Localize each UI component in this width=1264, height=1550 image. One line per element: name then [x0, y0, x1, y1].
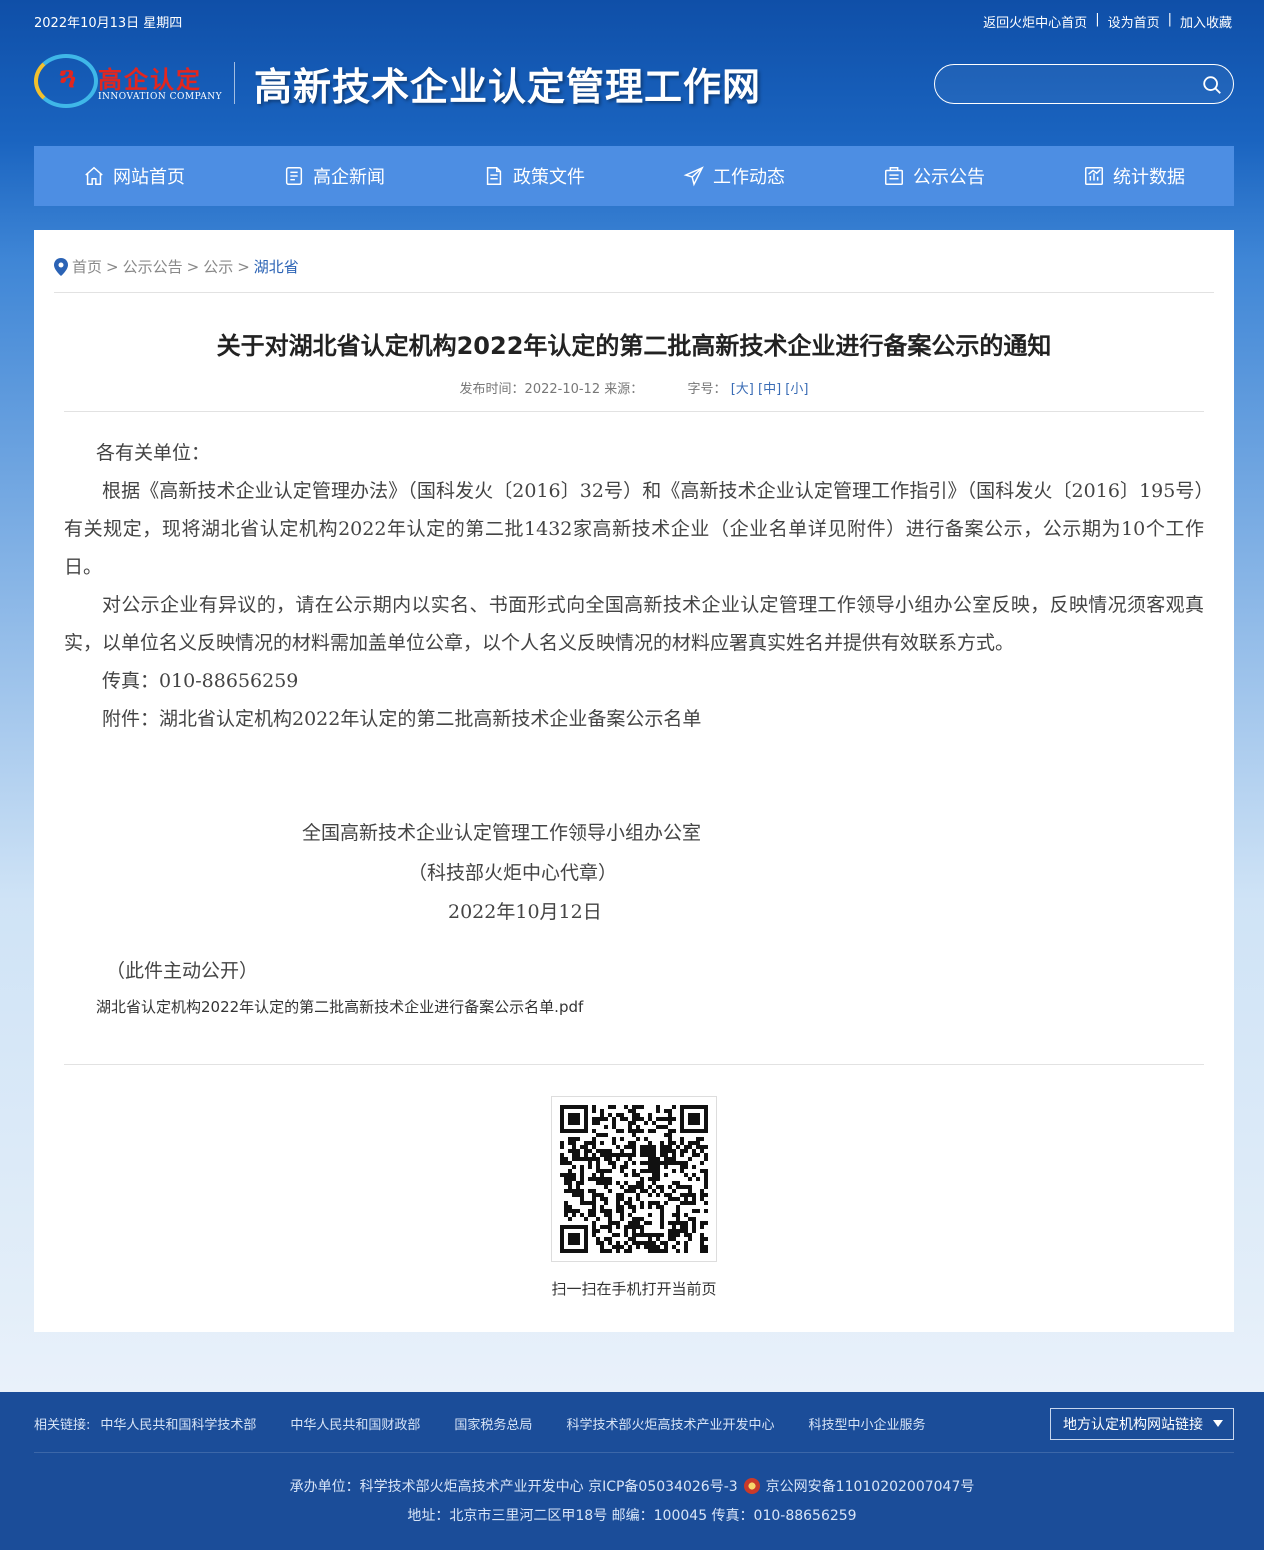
chevron-down-icon: [1213, 1420, 1223, 1427]
publish-date: 2022-10-12: [524, 382, 601, 397]
nav-item-policy[interactable]: 政策文件: [434, 146, 634, 206]
nav-item-news[interactable]: 高企新闻: [234, 146, 434, 206]
add-favorite-link[interactable]: 加入收藏: [1180, 12, 1232, 31]
qr-code-icon: [560, 1105, 708, 1253]
site-title: 高新技术企业认定管理工作网: [254, 64, 762, 109]
main-nav: 网站首页 高企新闻 政策文件 工作动态 公示公告 统计数据: [34, 146, 1234, 206]
breadcrumb-home[interactable]: 首页: [72, 256, 102, 277]
send-icon: [683, 166, 704, 187]
font-size-large[interactable]: [大]: [731, 382, 754, 397]
nav-item-statistics[interactable]: 统计数据: [1034, 146, 1234, 206]
link-mof[interactable]: 中华人民共和国财政部: [290, 1414, 420, 1433]
top-bar: 2022年10月13日 星期四 返回火炬中心首页 | 设为首页 | 加入收藏: [0, 0, 1264, 42]
set-homepage-link[interactable]: 设为首页: [1108, 12, 1160, 31]
link-most[interactable]: 中华人民共和国科学技术部: [100, 1414, 256, 1433]
nav-label: 统计数据: [1113, 167, 1185, 188]
paragraph-2: 对公示企业有异议的，请在公示期内以实名、书面形式向全国高新技术企业认定管理工作领…: [64, 594, 1204, 654]
search-input[interactable]: [949, 73, 1189, 95]
news-icon: [285, 167, 303, 185]
police-badge-icon: [743, 1478, 760, 1494]
attachment-line: 附件：湖北省认定机构2022年认定的第二批高新技术企业备案公示名单: [102, 708, 702, 730]
paragraph-1: 根据《高新技术企业认定管理办法》（国科发火〔2016〕32号）和《高新技术企业认…: [64, 480, 1204, 578]
local-agency-select[interactable]: 地方认定机构网站链接: [1050, 1408, 1234, 1440]
font-size-small[interactable]: [小]: [785, 382, 808, 397]
logo-chinese-text: 高企认定: [98, 66, 202, 94]
footer-info-2: 地址：北京市三里河二区甲18号 邮编：100045 传真：010-8865625…: [407, 1508, 857, 1524]
footer-info-1: 承办单位：科学技术部火炬高技术产业开发中心 京ICP备05034026号-3 京…: [0, 1476, 1264, 1496]
meta-divider: [64, 411, 1204, 412]
attachment-pdf-link[interactable]: 湖北省认定机构2022年认定的第二批高新技术企业进行备案公示名单.pdf: [96, 996, 583, 1017]
document-icon: [486, 167, 502, 185]
police-record[interactable]: 京公网安备11010202007047号: [766, 1476, 975, 1496]
article-meta: 发布时间：2022-10-12 来源： 字号： [大] [中] [小]: [34, 378, 1234, 397]
related-links: 相关链接: 中华人民共和国科学技术部 中华人民共和国财政部 国家税务总局 科学技…: [34, 1414, 959, 1433]
nav-item-home[interactable]: 网站首页: [34, 146, 234, 206]
link-sme-service[interactable]: 科技型中小企业服务: [808, 1414, 925, 1433]
logo-english-text: INNOVATION COMPANY: [98, 92, 223, 102]
article-card: 首页 > 公示公告 > 公示 > 湖北省 关于对湖北省认定机构2022年认定的第…: [34, 230, 1234, 1332]
top-links: 返回火炬中心首页 | 设为首页 | 加入收藏: [983, 12, 1232, 31]
fax-line: 传真：010-88656259: [102, 670, 299, 692]
breadcrumb-publicity[interactable]: 公示: [203, 256, 233, 277]
breadcrumb-notices[interactable]: 公示公告: [123, 256, 183, 277]
font-size-medium[interactable]: [中]: [758, 382, 781, 397]
article-title: 关于对湖北省认定机构2022年认定的第二批高新技术企业进行备案公示的通知: [216, 332, 1052, 360]
qr-code: [551, 1096, 717, 1262]
nav-item-work-news[interactable]: 工作动态: [634, 146, 834, 206]
nav-item-notices[interactable]: 公示公告: [834, 146, 1034, 206]
publish-label: 发布时间：: [459, 382, 525, 397]
footer-divider: [34, 1452, 1234, 1453]
nav-label: 高企新闻: [313, 167, 385, 188]
breadcrumb: 首页 > 公示公告 > 公示 > 湖北省: [54, 256, 299, 277]
chart-icon: [1085, 167, 1103, 185]
signature-org: 全国高新技术企业认定管理工作领导小组办公室: [302, 822, 702, 844]
greeting: 各有关单位：: [96, 442, 211, 464]
logo-mark-graphic: ጓ: [60, 60, 77, 95]
notice-icon: [885, 167, 903, 185]
link-separator: |: [1095, 12, 1100, 27]
nav-label: 公示公告: [913, 167, 985, 188]
home-center-link[interactable]: 返回火炬中心首页: [983, 12, 1087, 31]
content-divider: [64, 1064, 1204, 1065]
qr-caption: 扫一扫在手机打开当前页: [551, 1280, 717, 1298]
link-sat[interactable]: 国家税务总局: [454, 1414, 532, 1433]
search-icon[interactable]: [1201, 74, 1223, 96]
related-links-label: 相关链接:: [34, 1418, 91, 1433]
select-label: 地方认定机构网站链接: [1063, 1417, 1203, 1433]
header-divider: [234, 62, 235, 104]
organizer-icp: 承办单位：科学技术部火炬高技术产业开发中心 京ICP备05034026号-3: [289, 1479, 738, 1495]
link-torch-center[interactable]: 科学技术部火炬高技术产业开发中心: [566, 1414, 774, 1433]
nav-label: 政策文件: [513, 167, 585, 188]
home-icon: [85, 166, 103, 185]
signature-proxy: （科技部火炬中心代章）: [408, 862, 618, 884]
breadcrumb-separator: >: [106, 257, 119, 276]
footer: 相关链接: 中华人民共和国科学技术部 中华人民共和国财政部 国家税务总局 科学技…: [0, 1392, 1264, 1550]
breadcrumb-divider: [54, 292, 1214, 293]
nav-label: 工作动态: [713, 167, 785, 188]
breadcrumb-separator: >: [186, 257, 200, 276]
breadcrumb-current[interactable]: 湖北省: [254, 256, 299, 277]
source-label: 来源：: [604, 382, 644, 397]
search-box: [934, 64, 1234, 104]
link-separator: |: [1167, 12, 1172, 27]
site-logo[interactable]: ጓ 高企认定 INNOVATION COMPANY: [34, 52, 234, 112]
public-note: （此件主动公开）: [106, 960, 259, 982]
font-size-label: 字号：: [687, 382, 727, 397]
article-body: 各有关单位： 根据《高新技术企业认定管理办法》（国科发火〔2016〕32号）和《…: [64, 434, 1204, 738]
nav-label: 网站首页: [113, 167, 185, 188]
current-date: 2022年10月13日 星期四: [34, 16, 183, 31]
signature-date: 2022年10月12日: [448, 901, 602, 923]
location-pin-icon: [54, 257, 68, 276]
breadcrumb-separator: >: [237, 257, 250, 276]
